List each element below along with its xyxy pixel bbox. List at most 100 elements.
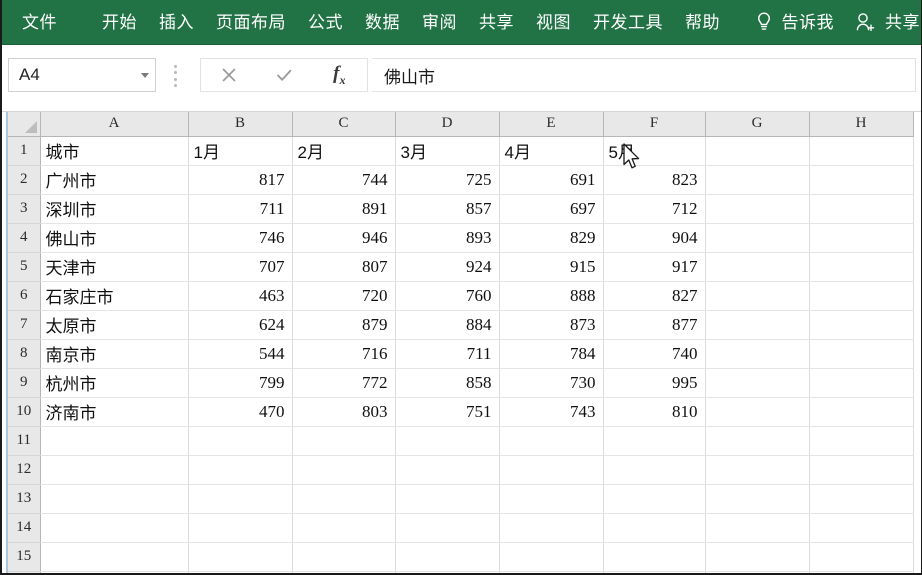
cell-E15[interactable]	[499, 542, 604, 572]
chevron-down-icon[interactable]	[135, 59, 155, 91]
row-header-13[interactable]: 13	[8, 484, 41, 514]
tab-review[interactable]: 审阅	[411, 0, 468, 44]
cell-F11[interactable]	[603, 426, 706, 456]
name-box[interactable]: A4	[8, 58, 156, 92]
cell-D9[interactable]: 858	[395, 368, 500, 398]
cell-C15[interactable]	[292, 542, 396, 572]
column-header-h[interactable]: H	[809, 112, 914, 137]
column-header-d[interactable]: D	[395, 112, 500, 137]
row-header-12[interactable]: 12	[8, 455, 41, 485]
cell-A7[interactable]: 太原市	[40, 310, 189, 340]
cell-E7[interactable]: 873	[499, 310, 604, 340]
tab-page-layout[interactable]: 页面布局	[205, 0, 297, 44]
row-header-3[interactable]: 3	[8, 194, 41, 224]
cell-D10[interactable]: 751	[395, 397, 500, 427]
row-header-1[interactable]: 1	[8, 136, 41, 166]
cell-E11[interactable]	[499, 426, 604, 456]
cell-B8[interactable]: 544	[188, 339, 293, 369]
cell-F1[interactable]: 5月	[603, 136, 706, 166]
cell-A15[interactable]	[40, 542, 189, 572]
cell-F7[interactable]: 877	[603, 310, 706, 340]
cell-A10[interactable]: 济南市	[40, 397, 189, 427]
cell-A1[interactable]: 城市	[40, 136, 189, 166]
cell-E13[interactable]	[499, 484, 604, 514]
cell-B9[interactable]: 799	[188, 368, 293, 398]
confirm-button[interactable]	[260, 59, 308, 91]
cell-E9[interactable]: 730	[499, 368, 604, 398]
cell-G6[interactable]	[705, 281, 810, 311]
cell-H6[interactable]	[809, 281, 914, 311]
cell-H9[interactable]	[809, 368, 914, 398]
cell-D5[interactable]: 924	[395, 252, 500, 282]
cell-F8[interactable]: 740	[603, 339, 706, 369]
row-header-15[interactable]: 15	[8, 542, 41, 572]
row-header-11[interactable]: 11	[8, 426, 41, 456]
cell-A5[interactable]: 天津市	[40, 252, 189, 282]
cell-G1[interactable]	[705, 136, 810, 166]
row-header-2[interactable]: 2	[8, 165, 41, 195]
cell-F16[interactable]	[603, 571, 706, 575]
cell-G14[interactable]	[705, 513, 810, 543]
cell-G8[interactable]	[705, 339, 810, 369]
cell-A2[interactable]: 广州市	[40, 165, 189, 195]
row-header-8[interactable]: 8	[8, 339, 41, 369]
cell-H5[interactable]	[809, 252, 914, 282]
cell-D7[interactable]: 884	[395, 310, 500, 340]
cell-H10[interactable]	[809, 397, 914, 427]
cell-H15[interactable]	[809, 542, 914, 572]
cell-D1[interactable]: 3月	[395, 136, 500, 166]
cancel-button[interactable]	[205, 59, 253, 91]
cell-F13[interactable]	[603, 484, 706, 514]
cell-E16[interactable]	[499, 571, 604, 575]
cell-H3[interactable]	[809, 194, 914, 224]
formula-input[interactable]: 佛山市	[372, 58, 916, 92]
cell-F10[interactable]: 810	[603, 397, 706, 427]
row-header-14[interactable]: 14	[8, 513, 41, 543]
cell-A9[interactable]: 杭州市	[40, 368, 189, 398]
cell-D13[interactable]	[395, 484, 500, 514]
cell-E14[interactable]	[499, 513, 604, 543]
insert-function-button[interactable]: fx	[315, 59, 363, 91]
cell-G13[interactable]	[705, 484, 810, 514]
cell-F15[interactable]	[603, 542, 706, 572]
cell-B3[interactable]: 711	[188, 194, 293, 224]
cell-E12[interactable]	[499, 455, 604, 485]
cell-D14[interactable]	[395, 513, 500, 543]
cell-A4[interactable]: 佛山市	[40, 223, 189, 253]
cell-D4[interactable]: 893	[395, 223, 500, 253]
cell-F6[interactable]: 827	[603, 281, 706, 311]
cell-D12[interactable]	[395, 455, 500, 485]
cell-F12[interactable]	[603, 455, 706, 485]
tab-insert[interactable]: 插入	[148, 0, 205, 44]
cell-A16[interactable]	[40, 571, 189, 575]
cell-C11[interactable]	[292, 426, 396, 456]
cell-E3[interactable]: 697	[499, 194, 604, 224]
select-all-corner-icon[interactable]	[8, 112, 41, 137]
tell-me-button[interactable]: 告诉我	[744, 0, 837, 44]
cell-E4[interactable]: 829	[499, 223, 604, 253]
cell-C5[interactable]: 807	[292, 252, 396, 282]
cell-F5[interactable]: 917	[603, 252, 706, 282]
cell-G16[interactable]	[705, 571, 810, 575]
cell-H7[interactable]	[809, 310, 914, 340]
cell-H2[interactable]	[809, 165, 914, 195]
cell-E10[interactable]: 743	[499, 397, 604, 427]
cell-G9[interactable]	[705, 368, 810, 398]
tab-data[interactable]: 数据	[354, 0, 411, 44]
row-header-9[interactable]: 9	[8, 368, 41, 398]
cell-G5[interactable]	[705, 252, 810, 282]
cell-B7[interactable]: 624	[188, 310, 293, 340]
tab-file[interactable]: 文件	[0, 0, 83, 44]
cell-F14[interactable]	[603, 513, 706, 543]
cell-A8[interactable]: 南京市	[40, 339, 189, 369]
column-header-f[interactable]: F	[603, 112, 706, 137]
column-header-e[interactable]: E	[499, 112, 604, 137]
cell-C14[interactable]	[292, 513, 396, 543]
cell-H4[interactable]	[809, 223, 914, 253]
formula-bar-grip[interactable]	[172, 65, 178, 87]
cell-B14[interactable]	[188, 513, 293, 543]
cell-B11[interactable]	[188, 426, 293, 456]
cell-B5[interactable]: 707	[188, 252, 293, 282]
cell-G10[interactable]	[705, 397, 810, 427]
cell-F9[interactable]: 995	[603, 368, 706, 398]
